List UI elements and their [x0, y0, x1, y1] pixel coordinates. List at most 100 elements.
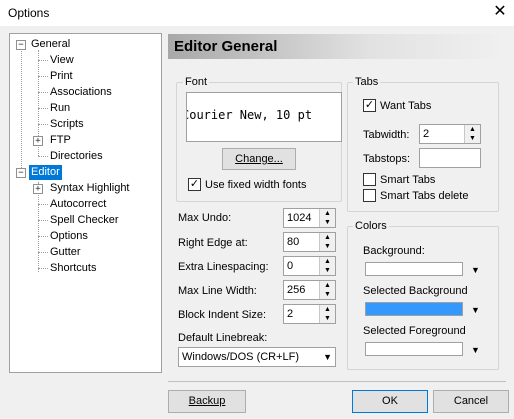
- tree-connector: [38, 204, 48, 205]
- block-indent-label: Block Indent Size:: [178, 309, 267, 321]
- selected-foreground-color-swatch[interactable]: [365, 342, 463, 356]
- background-color-swatch[interactable]: [365, 262, 463, 276]
- spin-up-icon[interactable]: ▲: [465, 125, 480, 134]
- font-group-label: Font: [183, 76, 210, 88]
- spin-down-icon[interactable]: ▼: [320, 242, 335, 251]
- extra-linespacing-input[interactable]: 0 ▲ ▼: [283, 256, 336, 276]
- max-undo-label: Max Undo:: [178, 212, 232, 224]
- tree-connector: [38, 252, 48, 253]
- tree-connector: [38, 76, 48, 77]
- spin-up-icon[interactable]: ▲: [320, 209, 335, 218]
- close-icon[interactable]: ✕: [490, 2, 510, 22]
- spin-down-icon[interactable]: ▼: [465, 134, 480, 143]
- options-tree[interactable]: − General View Print Associations Run Sc…: [9, 33, 162, 373]
- tree-connector: [21, 46, 22, 174]
- tree-connector: [38, 60, 48, 61]
- collapse-icon[interactable]: −: [16, 40, 26, 50]
- expand-icon[interactable]: +: [33, 184, 43, 194]
- max-undo-input[interactable]: 1024 ▲ ▼: [283, 208, 336, 228]
- divider: [168, 381, 506, 382]
- tree-item-ftp[interactable]: FTP: [50, 133, 71, 148]
- spin-up-icon[interactable]: ▲: [320, 305, 335, 314]
- smart-tabs-label: Smart Tabs: [380, 174, 436, 186]
- ok-button[interactable]: OK: [352, 390, 428, 413]
- change-font-button[interactable]: Change...: [222, 148, 296, 170]
- window-title: Options: [8, 6, 50, 20]
- selected-background-color-swatch[interactable]: [365, 302, 463, 316]
- spin-arrows[interactable]: ▲ ▼: [319, 209, 335, 227]
- tree-item-gutter[interactable]: Gutter: [50, 245, 81, 260]
- tree-item-syntax-highlight[interactable]: Syntax Highlight: [50, 181, 130, 196]
- right-edge-label: Right Edge at:: [178, 237, 248, 249]
- spin-arrows[interactable]: ▲ ▼: [319, 257, 335, 275]
- spin-arrows[interactable]: ▲ ▼: [319, 305, 335, 323]
- tree-connector: [38, 236, 48, 237]
- tabstops-input[interactable]: [419, 148, 481, 168]
- fixed-width-label: Use fixed width fonts: [205, 179, 307, 191]
- right-edge-value: 80: [287, 236, 300, 248]
- tree-item-print[interactable]: Print: [50, 69, 73, 84]
- max-line-width-value: 256: [287, 284, 306, 296]
- smart-tabs-delete-checkbox[interactable]: [363, 189, 376, 202]
- tree-item-scripts[interactable]: Scripts: [50, 117, 84, 132]
- spin-down-icon[interactable]: ▼: [320, 218, 335, 227]
- spin-up-icon[interactable]: ▲: [320, 233, 335, 242]
- default-linebreak-select[interactable]: Windows/DOS (CR+LF) ▼: [178, 347, 336, 367]
- backup-button[interactable]: Backup: [168, 390, 246, 413]
- tabwidth-input[interactable]: 2 ▲ ▼: [419, 124, 481, 144]
- chevron-down-icon[interactable]: ▼: [471, 345, 480, 355]
- tabs-group-label: Tabs: [353, 76, 381, 88]
- spin-up-icon[interactable]: ▲: [320, 257, 335, 266]
- chevron-down-icon[interactable]: ▼: [471, 265, 480, 275]
- tree-connector: [38, 182, 39, 272]
- default-linebreak-label: Default Linebreak:: [178, 332, 268, 344]
- tree-item-shortcuts[interactable]: Shortcuts: [50, 261, 96, 276]
- tree-item-spell-checker[interactable]: Spell Checker: [50, 213, 118, 228]
- block-indent-value: 2: [287, 308, 294, 320]
- tree-item-view[interactable]: View: [50, 53, 74, 68]
- right-edge-input[interactable]: 80 ▲ ▼: [283, 232, 336, 252]
- spin-arrows[interactable]: ▲ ▼: [319, 281, 335, 299]
- smart-tabs-delete-label: Smart Tabs delete: [380, 190, 469, 202]
- spin-up-icon[interactable]: ▲: [320, 281, 335, 290]
- tree-item-options[interactable]: Options: [50, 229, 88, 244]
- expand-icon[interactable]: +: [33, 136, 43, 146]
- tree-item-general[interactable]: General: [31, 37, 70, 52]
- tree-item-directories[interactable]: Directories: [50, 149, 103, 164]
- max-undo-value: 1024: [287, 212, 312, 224]
- want-tabs-checkbox[interactable]: ✓: [363, 99, 376, 112]
- cancel-button[interactable]: Cancel: [433, 390, 509, 413]
- selected-foreground-label: Selected Foreground: [363, 325, 466, 337]
- block-indent-input[interactable]: 2 ▲ ▼: [283, 304, 336, 324]
- max-line-width-input[interactable]: 256 ▲ ▼: [283, 280, 336, 300]
- tree-item-autocorrect[interactable]: Autocorrect: [50, 197, 106, 212]
- smart-tabs-checkbox[interactable]: [363, 173, 376, 186]
- spin-down-icon[interactable]: ▼: [320, 314, 335, 323]
- tabstops-label: Tabstops:: [363, 153, 411, 165]
- spin-arrows[interactable]: ▲ ▼: [464, 125, 480, 143]
- collapse-icon[interactable]: −: [16, 168, 26, 178]
- font-preview-text: Courier New, 10 pt: [186, 108, 313, 122]
- chevron-down-icon[interactable]: ▼: [323, 352, 332, 362]
- tree-connector: [38, 268, 48, 269]
- tree-item-associations[interactable]: Associations: [50, 85, 112, 100]
- ok-label: OK: [382, 395, 398, 407]
- tabwidth-value: 2: [423, 128, 430, 140]
- extra-linespacing-label: Extra Linespacing:: [178, 261, 269, 273]
- spin-down-icon[interactable]: ▼: [320, 290, 335, 299]
- spin-arrows[interactable]: ▲ ▼: [319, 233, 335, 251]
- title-bar: [0, 0, 514, 26]
- chevron-down-icon[interactable]: ▼: [471, 305, 480, 315]
- tabwidth-label: Tabwidth:: [363, 129, 410, 141]
- colors-group-label: Colors: [353, 220, 389, 232]
- fixed-width-checkbox[interactable]: ✓: [188, 178, 201, 191]
- cancel-label: Cancel: [453, 395, 489, 407]
- spin-down-icon[interactable]: ▼: [320, 266, 335, 275]
- change-font-label: Change...: [235, 153, 283, 165]
- tree-connector: [38, 124, 48, 125]
- max-line-width-label: Max Line Width:: [178, 285, 257, 297]
- want-tabs-label: Want Tabs: [380, 100, 432, 112]
- tree-item-run[interactable]: Run: [50, 101, 70, 116]
- tree-item-editor[interactable]: Editor: [29, 165, 62, 180]
- font-preview: Courier New, 10 pt: [186, 92, 342, 142]
